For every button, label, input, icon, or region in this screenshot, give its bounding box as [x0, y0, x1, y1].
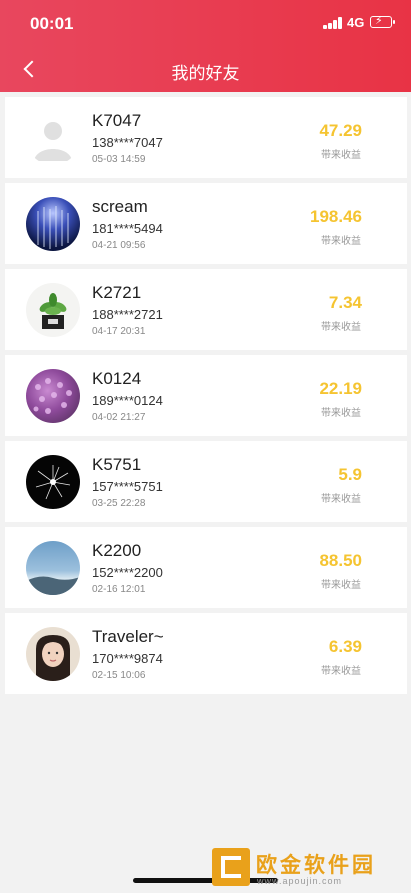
- friend-item[interactable]: scream 181****5494 04-21 09:56 198.46 带来…: [5, 183, 407, 264]
- friend-phone: 170****9874: [92, 651, 163, 666]
- friend-list: K7047 138****7047 05-03 14:59 47.29 带来收益…: [5, 97, 407, 699]
- potted-plant-photo: [26, 283, 80, 337]
- earnings-amount: 198.46: [310, 207, 362, 226]
- friend-phone: 152****2200: [92, 565, 163, 580]
- battery-icon: ⚡: [370, 15, 395, 28]
- earnings-label: 带来收益: [321, 494, 361, 505]
- purple-flowers-photo: [26, 369, 80, 423]
- friend-date: 04-17 20:31: [92, 326, 146, 337]
- signal-icon: [323, 17, 343, 29]
- earnings-label: 带来收益: [321, 236, 361, 247]
- friend-item[interactable]: Traveler~ 170****9874 02-15 10:06 6.39 带…: [5, 613, 407, 694]
- earnings-amount: 88.50: [319, 551, 362, 570]
- friend-date: 04-02 21:27: [92, 412, 146, 423]
- earnings-label: 带来收益: [321, 666, 361, 677]
- network-label: 4G: [347, 15, 365, 30]
- earnings-label: 带来收益: [321, 322, 361, 333]
- girl-portrait-photo: [26, 627, 80, 681]
- friend-date: 02-15 10:06: [92, 670, 146, 681]
- friend-item[interactable]: K2721 188****2721 04-17 20:31 7.34 带来收益: [5, 269, 407, 350]
- friend-name: K2200: [92, 541, 142, 560]
- friend-phone: 157****5751: [92, 479, 163, 494]
- header: 00:01 4G ⚡ 我的好友: [0, 0, 411, 92]
- friend-item[interactable]: K7047 138****7047 05-03 14:59 47.29 带来收益: [5, 97, 407, 178]
- friend-name: scream: [92, 197, 148, 216]
- friend-name: K2721: [92, 283, 142, 302]
- night-lights-photo: [26, 197, 80, 251]
- firework-photo: [26, 455, 80, 509]
- watermark-url: www.apoujin.com: [257, 876, 343, 886]
- status-bar: 00:01 4G ⚡: [0, 0, 411, 44]
- friend-phone: 189****0124: [92, 393, 163, 408]
- earnings-label: 带来收益: [321, 580, 361, 591]
- earnings-amount: 22.19: [319, 379, 362, 398]
- friend-name: K0124: [92, 369, 142, 388]
- friend-date: 02-16 12:01: [92, 584, 146, 595]
- earnings-amount: 7.34: [328, 293, 362, 312]
- friend-phone: 138****7047: [92, 135, 163, 150]
- earnings-amount: 47.29: [319, 121, 362, 140]
- friend-date: 03-25 22:28: [92, 498, 146, 509]
- watermark: 欧金软件园 www.apoujin.com: [212, 846, 406, 890]
- friend-name: Traveler~: [92, 627, 164, 646]
- page-title: 我的好友: [171, 64, 240, 83]
- default-avatar-icon: [26, 111, 80, 165]
- friend-item[interactable]: K2200 152****2200 02-16 12:01 88.50 带来收益: [5, 527, 407, 608]
- earnings-amount: 6.39: [328, 637, 362, 656]
- watermark-text: 欧金软件园: [256, 854, 376, 877]
- sky-photo: [26, 541, 80, 595]
- friend-item[interactable]: K5751 157****5751 03-25 22:28 5.9 带来收益: [5, 441, 407, 522]
- friend-name: K5751: [92, 455, 142, 474]
- friend-item[interactable]: K0124 189****0124 04-02 21:27 22.19 带来收益: [5, 355, 407, 436]
- friend-name: K7047: [92, 111, 142, 130]
- earnings-amount: 5.9: [338, 465, 362, 484]
- friend-phone: 181****5494: [92, 221, 163, 236]
- status-time: 00:01: [30, 14, 74, 33]
- nav-bar: 我的好友: [0, 44, 411, 92]
- friend-phone: 188****2721: [92, 307, 163, 322]
- earnings-label: 带来收益: [321, 408, 361, 419]
- friend-date: 04-21 09:56: [92, 240, 146, 251]
- friend-date: 05-03 14:59: [92, 154, 146, 165]
- watermark-logo-icon: [212, 848, 250, 886]
- earnings-label: 带来收益: [321, 150, 361, 161]
